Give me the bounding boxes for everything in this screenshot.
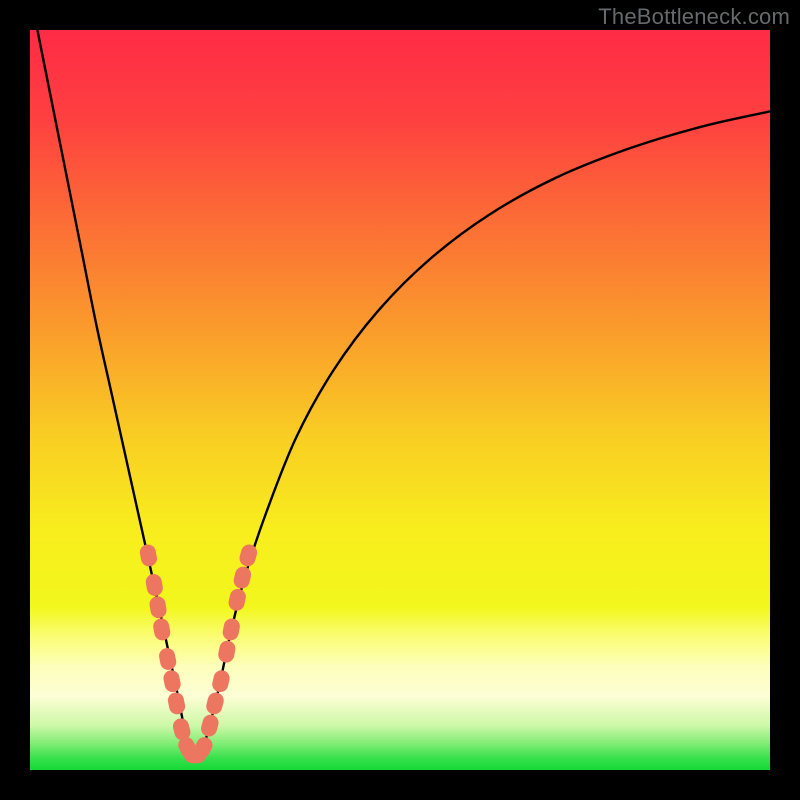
marker-pill xyxy=(138,543,158,568)
plot-area xyxy=(30,30,770,770)
marker-pill xyxy=(148,595,167,619)
marker-pill xyxy=(162,669,182,694)
marker-pill xyxy=(167,691,187,716)
marker-pill xyxy=(158,647,178,672)
marker-group xyxy=(138,543,258,763)
marker-pill xyxy=(227,587,247,612)
bottleneck-curve xyxy=(37,30,770,758)
watermark-text: TheBottleneck.com xyxy=(598,4,790,30)
curve-layer xyxy=(30,30,770,770)
marker-pill xyxy=(238,543,259,568)
marker-pill xyxy=(152,617,172,642)
marker-pill xyxy=(217,639,237,664)
marker-pill xyxy=(199,713,220,738)
marker-pill xyxy=(144,573,164,598)
marker-pill xyxy=(221,617,241,642)
marker-pill xyxy=(205,691,226,716)
marker-pill xyxy=(232,565,253,590)
chart-frame: TheBottleneck.com xyxy=(0,0,800,800)
marker-pill xyxy=(211,669,231,694)
